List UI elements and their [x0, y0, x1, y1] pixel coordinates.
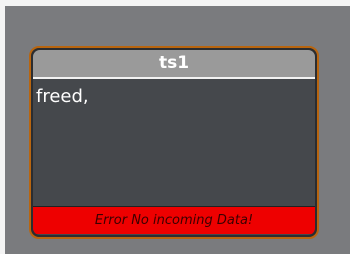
canvas-background: ts1 freed, Error No incoming Data!	[5, 6, 350, 254]
node-card[interactable]: ts1 freed, Error No incoming Data!	[29, 46, 319, 239]
error-status-bar: Error No incoming Data!	[33, 206, 315, 234]
node-card-inner: ts1 freed, Error No incoming Data!	[33, 50, 315, 235]
node-title: ts1	[33, 50, 315, 77]
node-body-text: freed,	[36, 86, 89, 107]
node-body: freed,	[33, 79, 315, 206]
